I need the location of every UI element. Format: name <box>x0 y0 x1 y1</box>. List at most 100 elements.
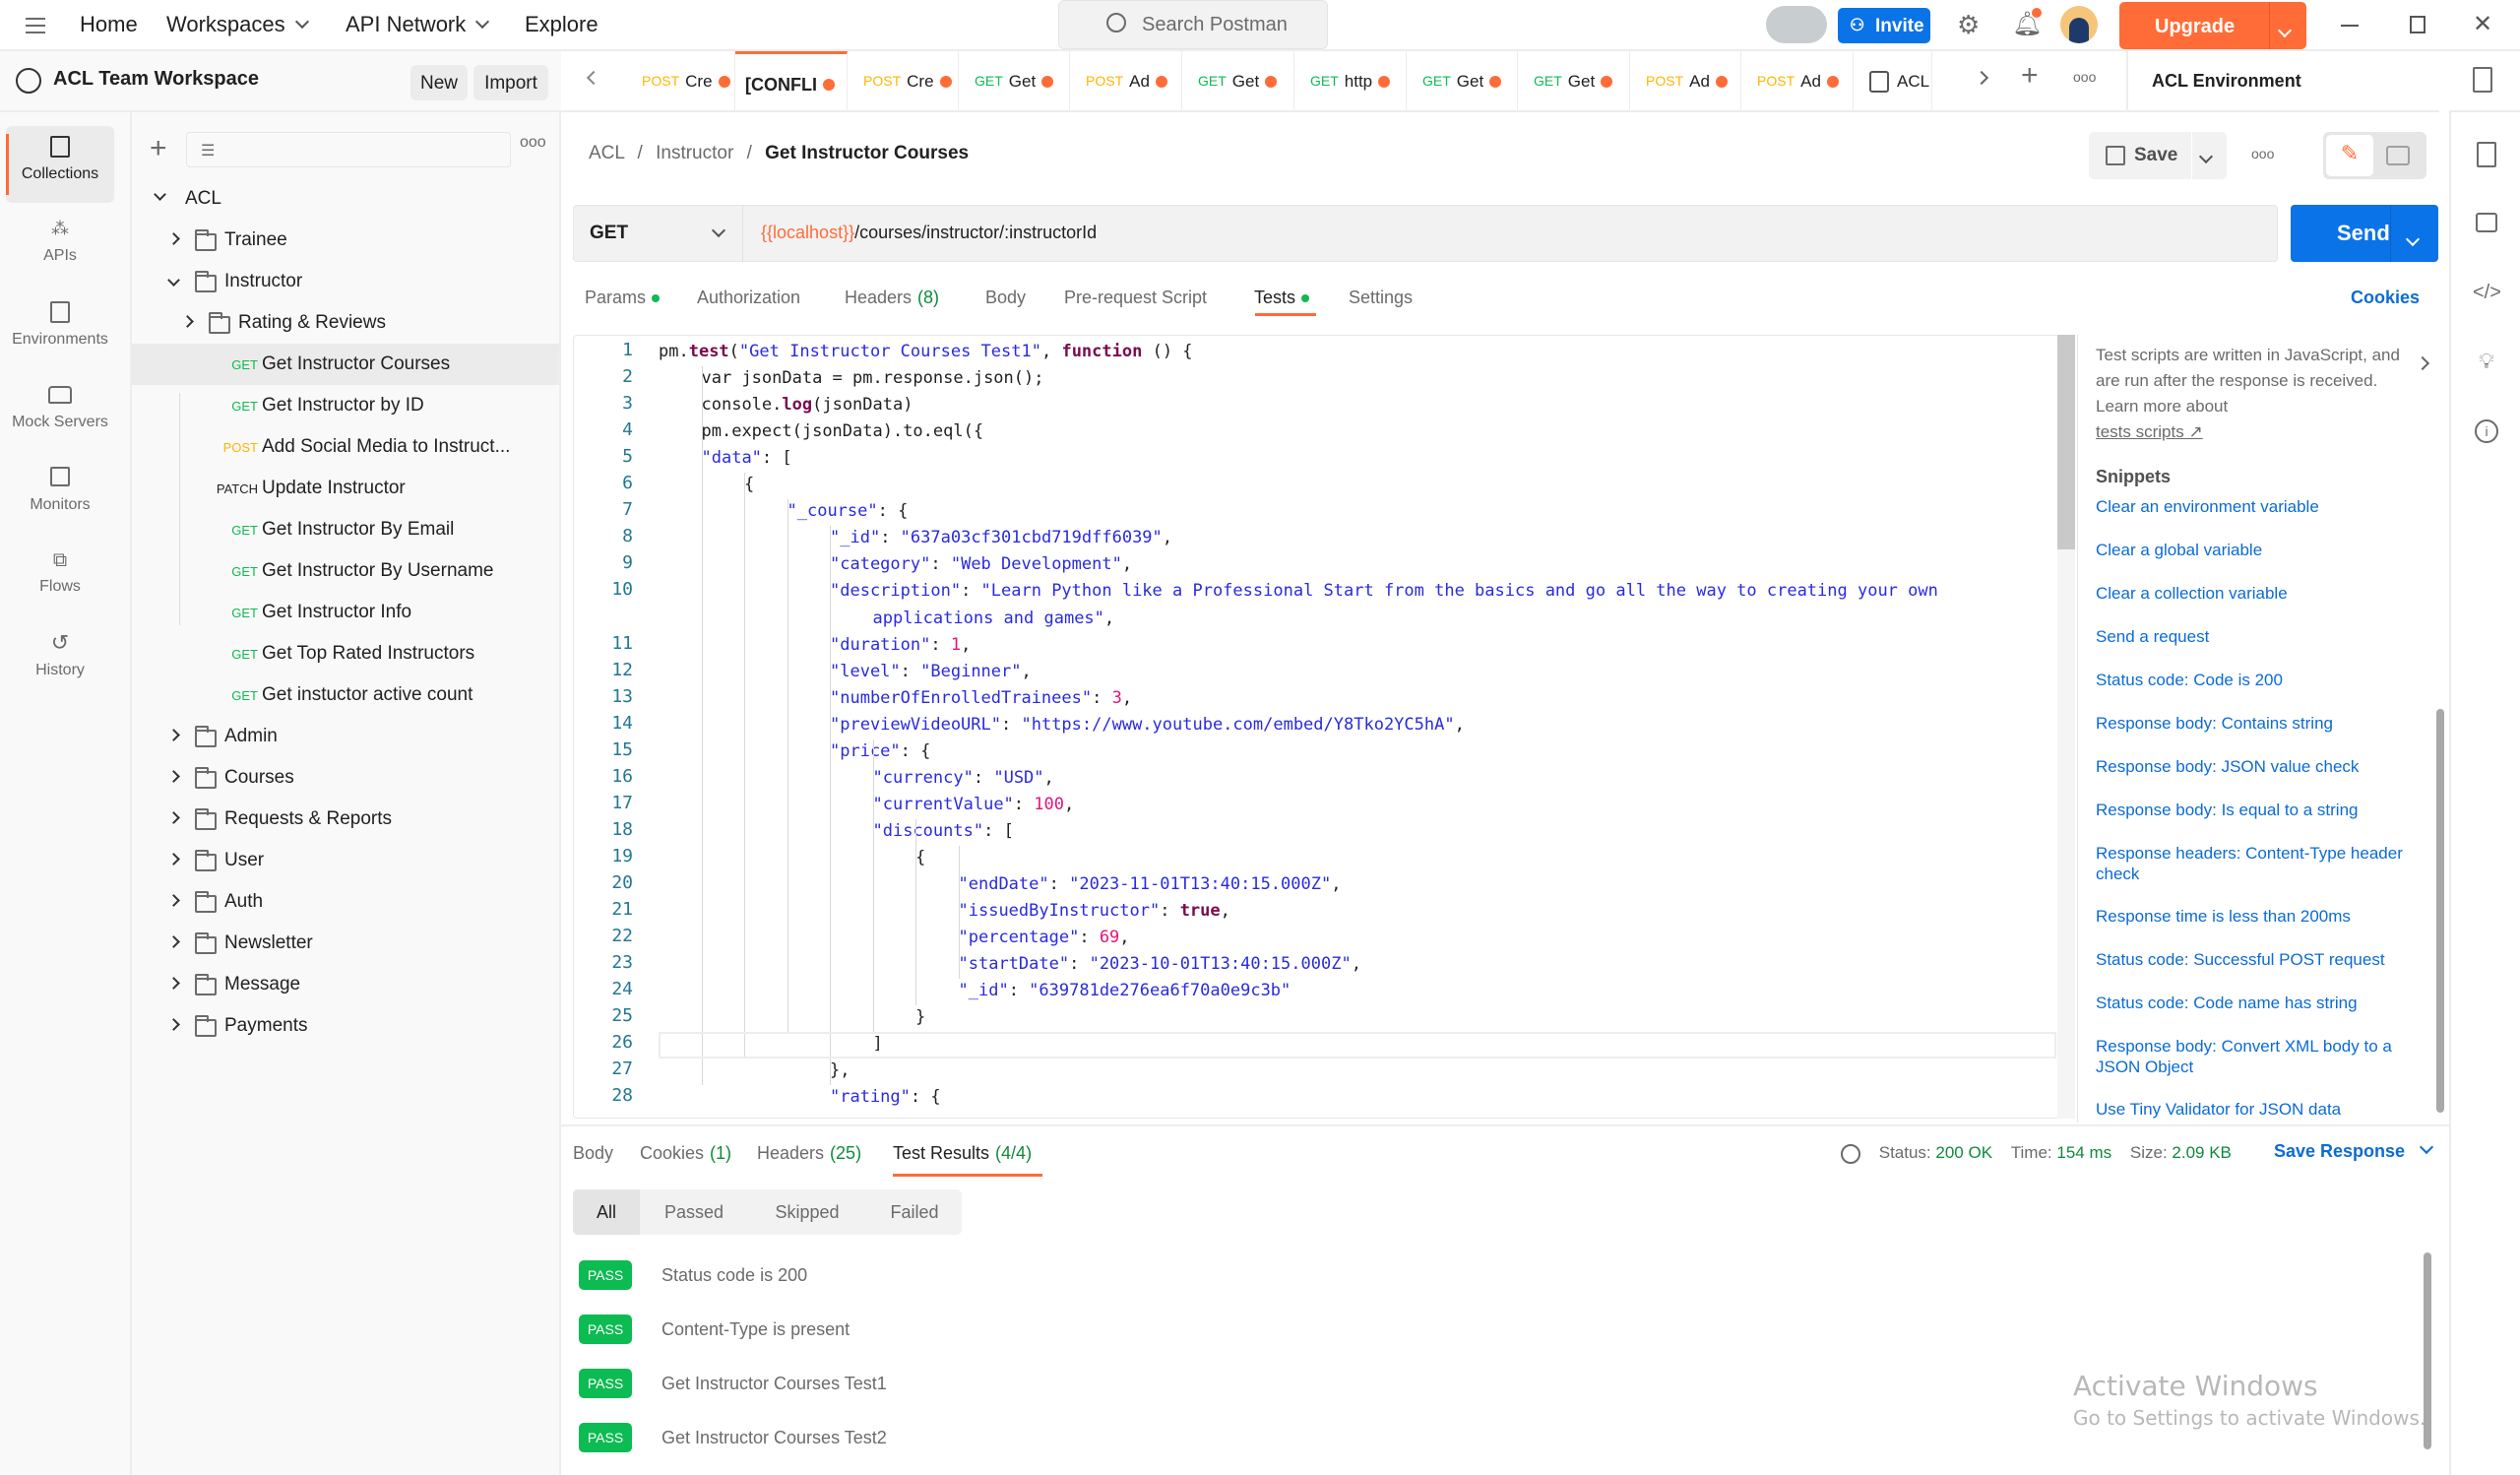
size-value[interactable]: 2.09 KB <box>2172 1143 2232 1162</box>
tree-item[interactable]: GET Get Instructor By Username <box>132 550 559 592</box>
tree-item[interactable]: Trainee <box>132 220 559 261</box>
snippet-link[interactable]: Status code: Successful POST request <box>2096 949 2430 970</box>
tree-item[interactable]: GET Get Instructor Courses <box>132 344 559 385</box>
filter-input[interactable]: ☰ <box>186 132 511 167</box>
time-value[interactable]: 154 ms <box>2056 1143 2111 1162</box>
tree-item[interactable]: GET Get Instructor Info <box>132 592 559 633</box>
request-tab[interactable]: GET http <box>1294 51 1407 110</box>
request-title[interactable]: Get Instructor Courses <box>765 143 969 163</box>
avatar[interactable] <box>2060 6 2098 43</box>
request-tab-settings[interactable]: Settings <box>1349 288 1413 308</box>
response-tab-headers[interactable]: Headers (25) <box>757 1143 861 1164</box>
response-tab-test-results[interactable]: Test Results (4/4) <box>893 1143 1032 1164</box>
tree-item[interactable]: PATCH Update Instructor <box>132 468 559 509</box>
snippet-link[interactable]: Response body: Is equal to a string <box>2096 800 2430 820</box>
filter-passed[interactable]: Passed <box>640 1189 748 1235</box>
rail-flows[interactable]: ⧉ Flows <box>6 540 114 616</box>
tree-item[interactable]: GET Get Top Rated Instructors <box>132 633 559 674</box>
save-options-button[interactable] <box>2192 132 2227 179</box>
snippet-link[interactable]: Response time is less than 200ms <box>2096 906 2430 927</box>
lightbulb-icon[interactable]: 💡︎ <box>2473 349 2500 376</box>
snippet-link[interactable]: Status code: Code is 200 <box>2096 670 2430 690</box>
request-tab-body[interactable]: Body <box>985 288 1026 308</box>
tree-item[interactable]: Auth <box>132 881 559 923</box>
rail-apis[interactable]: ⁂ APIs <box>6 209 114 286</box>
editor-scrollbar[interactable] <box>2057 335 2075 1119</box>
globe-icon[interactable] <box>1841 1143 1860 1164</box>
tree-item[interactable]: Message <box>132 964 559 1005</box>
tree-item[interactable]: Newsletter <box>132 923 559 964</box>
method-select[interactable]: GET <box>574 206 743 261</box>
snippet-link[interactable]: Response headers: Content-Type header ch… <box>2096 843 2430 884</box>
import-button[interactable]: Import <box>473 65 548 100</box>
cookies-link[interactable]: Cookies <box>2351 288 2420 308</box>
request-tab[interactable]: GET Get <box>1518 51 1630 110</box>
request-tab[interactable]: POST Ad <box>1741 51 1854 110</box>
scroll-left-icon[interactable] <box>586 70 601 86</box>
request-tab[interactable]: POST Cre <box>626 51 735 110</box>
tree-item[interactable]: GET Get Instructor By Email <box>132 509 559 550</box>
tree-item[interactable]: Admin <box>132 716 559 757</box>
tree-item[interactable]: POST Add Social Media to Instruct... <box>132 426 559 468</box>
gear-icon[interactable]: ⚙ <box>1957 10 1980 40</box>
nav-explore[interactable]: Explore <box>525 12 598 37</box>
send-button[interactable]: Send <box>2291 205 2438 262</box>
tabs-more-icon[interactable]: ooo <box>2073 69 2096 85</box>
snippet-link[interactable]: Response body: Contains string <box>2096 713 2430 734</box>
request-tab[interactable]: GET Get <box>1182 51 1294 110</box>
request-tab[interactable]: POST Ad <box>1070 51 1182 110</box>
add-collection-icon[interactable]: + <box>150 134 167 163</box>
nav-home[interactable]: Home <box>80 12 138 37</box>
tree-item[interactable]: User <box>132 840 559 881</box>
rail-collections[interactable]: Collections <box>6 126 114 203</box>
request-tab-tests[interactable]: Tests <box>1254 288 1310 308</box>
filter-failed[interactable]: Failed <box>866 1189 963 1235</box>
request-tab[interactable]: GET Get <box>959 51 1070 110</box>
info-icon[interactable]: i <box>2475 419 2498 443</box>
status-value[interactable]: 200 OK <box>1935 1143 1992 1162</box>
request-tab-params[interactable]: Params <box>585 288 661 308</box>
breadcrumb-item[interactable]: Instructor <box>656 143 733 163</box>
response-tab-body[interactable]: Body <box>573 1143 613 1164</box>
rail-environments[interactable]: Environments <box>6 291 114 368</box>
tree-item[interactable]: Rating & Reviews <box>132 302 559 344</box>
editor-scrollbar-thumb[interactable] <box>2057 335 2075 549</box>
save-response-button[interactable]: Save Response <box>2274 1139 2434 1162</box>
menu-icon[interactable] <box>26 18 45 33</box>
environment-selector[interactable]: ACL Environment <box>2126 51 2439 112</box>
chevron-down-icon[interactable] <box>2277 23 2293 38</box>
rail-history[interactable]: ↺ History <box>6 622 114 699</box>
new-tab-icon[interactable]: + <box>2021 61 2039 91</box>
request-tab[interactable]: ACL <box>1854 51 1932 110</box>
tree-item[interactable]: Courses <box>132 757 559 799</box>
save-button[interactable]: Save <box>2089 132 2191 179</box>
nav-api-network[interactable]: API Network <box>346 12 490 37</box>
snippet-link[interactable]: Clear an environment variable <box>2096 496 2430 517</box>
chevron-down-icon[interactable] <box>2405 231 2421 247</box>
request-tab[interactable]: GET Get <box>1407 51 1518 110</box>
response-tab-cookies[interactable]: Cookies (1) <box>640 1143 731 1164</box>
comment-mode-icon[interactable] <box>2386 146 2410 165</box>
code-icon[interactable]: </> <box>2473 282 2501 309</box>
filter-all[interactable]: All <box>573 1189 640 1235</box>
breadcrumb-item[interactable]: ACL <box>589 143 624 163</box>
environment-quick-look-icon[interactable] <box>2473 67 2492 93</box>
request-tab-pre-request-script[interactable]: Pre-request Script <box>1064 288 1207 308</box>
close-icon[interactable]: ✕ <box>2473 10 2492 38</box>
restore-icon[interactable] <box>2410 16 2426 33</box>
tests-editor[interactable]: 1 pm.test("Get Instructor Courses Test1",… <box>573 335 2059 1119</box>
invite-button[interactable]: ⚇ Invite <box>1838 8 1930 43</box>
more-options-icon[interactable]: ooo <box>520 134 546 152</box>
snippet-link[interactable]: Use Tiny Validator for JSON data <box>2096 1099 2430 1120</box>
snippets-scrollbar[interactable] <box>2436 709 2444 1113</box>
tree-item[interactable]: GET Get Instructor by ID <box>132 385 559 426</box>
request-tab-authorization[interactable]: Authorization <box>697 288 800 308</box>
collapse-panel-icon[interactable] <box>2415 355 2430 371</box>
snippet-link[interactable]: Send a request <box>2096 626 2430 647</box>
rail-monitors[interactable]: Monitors <box>6 457 114 534</box>
tree-root-acl[interactable]: ACL <box>132 178 559 220</box>
snippet-link[interactable]: Clear a collection variable <box>2096 583 2430 604</box>
nav-workspaces[interactable]: Workspaces <box>166 12 309 37</box>
tree-item[interactable]: Payments <box>132 1005 559 1047</box>
snippet-link[interactable]: Status code: Code name has string <box>2096 993 2430 1013</box>
